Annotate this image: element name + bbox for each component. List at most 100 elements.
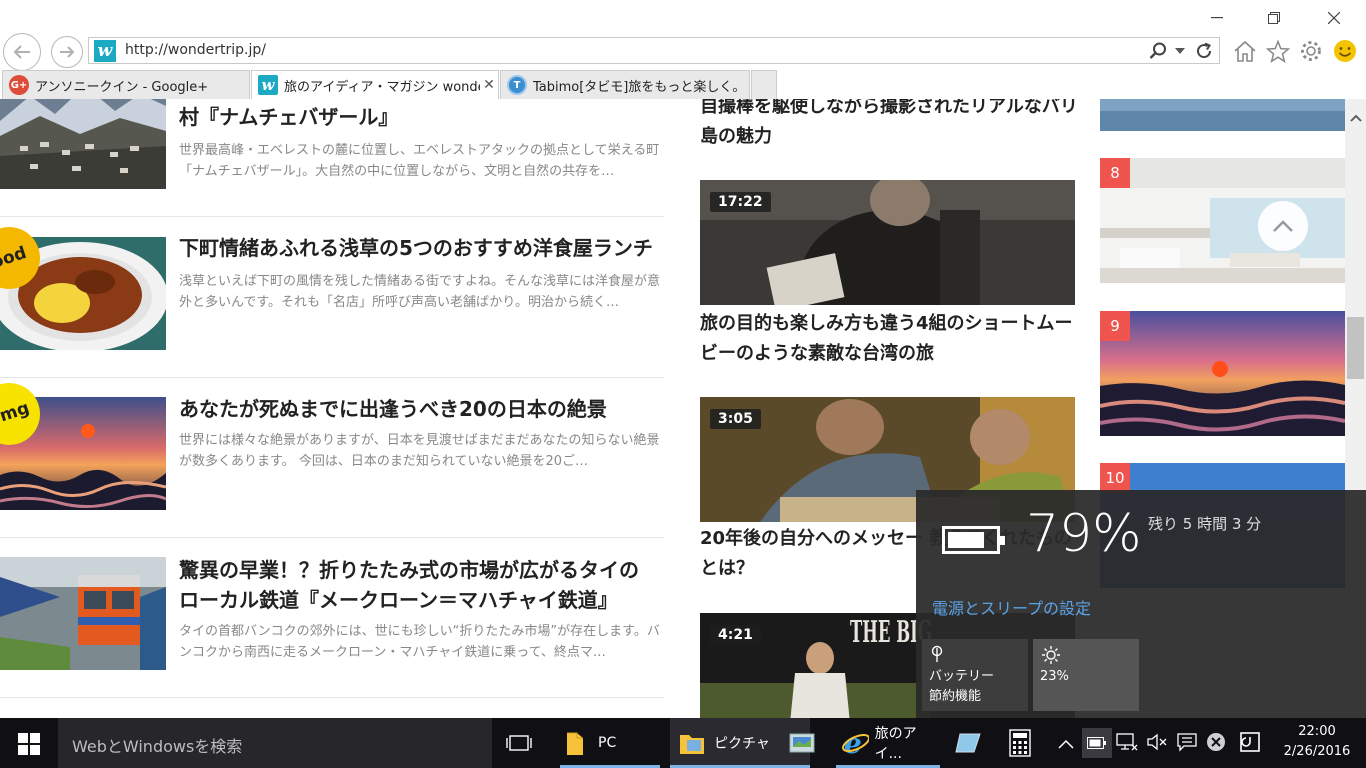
article-item[interactable]: 村『ナムチェバザール』 世界最高峰・エベレストの麓に位置し、エベレストアタックの… bbox=[0, 99, 664, 217]
search-icon[interactable] bbox=[1147, 41, 1169, 61]
close-window-button[interactable] bbox=[1311, 6, 1357, 30]
folder-icon bbox=[567, 732, 583, 755]
scroll-to-top-button[interactable] bbox=[1258, 201, 1308, 251]
restore-icon bbox=[1268, 12, 1280, 24]
task-view-icon bbox=[506, 735, 532, 751]
browser-chrome: w http://wondertrip.jp/ G+ アンソニークイン - Go… bbox=[0, 0, 1366, 99]
feedback-smiley-icon[interactable] bbox=[1332, 38, 1358, 64]
article-thumbnail-namche[interactable] bbox=[0, 99, 166, 189]
article-item[interactable]: 驚異の早業！？折りたたみ式の市場が広がるタイのローカル鉄道『メークローン＝マハチ… bbox=[0, 557, 664, 717]
brightness-value: 23% bbox=[1040, 669, 1069, 684]
video-item[interactable]: 自撮棒を駆使しながら撮影されたリアルなバリ島の魅力 bbox=[700, 99, 1078, 152]
taskbar-snipping-app[interactable] bbox=[954, 718, 986, 768]
tab-google-plus[interactable]: G+ アンソニークイン - Google+ bbox=[2, 70, 250, 99]
home-icon[interactable] bbox=[1232, 38, 1258, 64]
article-title[interactable]: 驚異の早業！？折りたたみ式の市場が広がるタイのローカル鉄道『メークローン＝マハチ… bbox=[179, 555, 649, 615]
forward-button[interactable] bbox=[51, 36, 83, 68]
battery-saver-label: 節約機能 bbox=[929, 689, 982, 704]
screen: w http://wondertrip.jp/ G+ アンソニークイン - Go… bbox=[0, 0, 1366, 768]
battery-saver-label: バッテリー bbox=[929, 669, 995, 684]
video-duration: 4:21 bbox=[710, 625, 761, 645]
minimize-icon bbox=[1211, 17, 1223, 19]
rank-number: 8 bbox=[1100, 158, 1130, 188]
tab-tabimo[interactable]: T Tabimo[タビモ]旅をもっと楽しく。 bbox=[500, 70, 750, 99]
battery-saver-tile[interactable]: バッテリー 節約機能 bbox=[922, 639, 1028, 711]
taskbar-clock[interactable]: 22:00 2/26/2016 bbox=[1272, 722, 1362, 762]
video-item[interactable]: 17:22 旅の目的も楽しみ方も違う4組のショートムービーのような素敵な台湾の旅 bbox=[700, 180, 1075, 370]
url-text[interactable]: http://wondertrip.jp/ bbox=[125, 42, 266, 58]
address-bar[interactable]: w http://wondertrip.jp/ bbox=[88, 37, 1220, 64]
article-title[interactable]: あなたが死ぬまでに出逢うべき20の日本の絶景 bbox=[179, 394, 659, 424]
refresh-icon[interactable] bbox=[1193, 41, 1215, 61]
battery-flyout: 79% 残り 5 時間 3 分 電源とスリープの設定 バッテリー 節約機能 23… bbox=[916, 490, 1366, 718]
brightness-icon bbox=[1041, 645, 1061, 670]
battery-remaining: 残り 5 時間 3 分 bbox=[1148, 515, 1262, 533]
snipping-tool-icon bbox=[955, 733, 981, 753]
article-item[interactable]: omg あなたが死ぬまでに出逢うべき20の日本の絶景 世界には様々な絶景がありま… bbox=[0, 374, 664, 538]
video-title[interactable]: 旅の目的も楽しみ方も違う4組のショートムービーのような素敵な台湾の旅 bbox=[700, 309, 1078, 369]
taskbar-photos-app[interactable] bbox=[788, 718, 822, 768]
back-icon bbox=[13, 45, 30, 59]
brightness-tile[interactable]: 23% bbox=[1033, 639, 1139, 711]
article-item[interactable]: ood 下町情緒あふれる浅草の5つのおすすめ洋食屋ランチ 浅草といえば下町の風情… bbox=[0, 218, 664, 378]
article-title[interactable]: 村『ナムチェバザール』 bbox=[179, 102, 659, 132]
divider bbox=[0, 216, 664, 217]
back-button[interactable] bbox=[3, 33, 41, 71]
action-center-icon[interactable] bbox=[1176, 732, 1198, 756]
battery-icon bbox=[942, 526, 1005, 554]
forward-icon bbox=[60, 46, 75, 58]
video-overlay-text: THE BIG bbox=[850, 618, 932, 648]
start-button[interactable] bbox=[18, 733, 40, 755]
restore-button[interactable] bbox=[1251, 6, 1297, 30]
ranking-item[interactable] bbox=[1100, 99, 1345, 131]
taskbar-item-label: ピクチャ bbox=[714, 736, 770, 752]
scrollbar-thumb[interactable] bbox=[1347, 317, 1364, 379]
tab-label: アンソニークイン - Google+ bbox=[35, 79, 209, 95]
power-sleep-settings-link[interactable]: 電源とスリープの設定 bbox=[932, 595, 1091, 619]
rank-number: 10 bbox=[1100, 463, 1130, 493]
taskbar-search-box[interactable]: WebとWindowsを検索 bbox=[58, 718, 492, 768]
clock-date: 2/26/2016 bbox=[1283, 744, 1351, 759]
tray-chevron-up-icon[interactable] bbox=[1058, 734, 1074, 753]
favorites-star-icon[interactable] bbox=[1265, 38, 1291, 64]
scroll-up-icon[interactable] bbox=[1350, 111, 1362, 126]
article-desc: 浅草といえば下町の風情を残した情緒ある街ですよね。そんな浅草には洋食屋が意外と多… bbox=[179, 274, 661, 310]
taskbar-calculator-app[interactable] bbox=[1008, 718, 1036, 768]
clock-time: 22:00 bbox=[1298, 724, 1336, 739]
ranking-item[interactable]: 8 bbox=[1100, 158, 1345, 283]
pictures-folder-icon bbox=[680, 735, 704, 754]
battery-saver-icon bbox=[930, 645, 944, 668]
settings-gear-icon[interactable] bbox=[1298, 38, 1324, 64]
video-duration: 17:22 bbox=[710, 192, 771, 212]
taskbar-item-ie[interactable]: e 旅のアイ... bbox=[836, 718, 940, 768]
taskbar-item-pc[interactable]: PC bbox=[560, 718, 660, 768]
network-icon[interactable] bbox=[1116, 732, 1138, 756]
article-title[interactable]: 下町情緒あふれる浅草の5つのおすすめ洋食屋ランチ bbox=[179, 233, 659, 263]
taskbar-item-label: 旅のアイ... bbox=[874, 726, 917, 762]
article-desc: タイの首都バンコクの郊外には、世にも珍しい“折りたたみ市場”が存在します。バンコ… bbox=[179, 624, 660, 660]
tab-label: 旅のアイディア・マガジン wonde... bbox=[284, 79, 480, 95]
close-icon bbox=[1328, 12, 1340, 24]
new-tab-button[interactable] bbox=[751, 70, 777, 99]
ranking-item[interactable]: 9 bbox=[1100, 311, 1345, 436]
divider bbox=[0, 537, 664, 538]
tray-battery-button[interactable] bbox=[1082, 728, 1112, 758]
video-duration: 3:05 bbox=[710, 409, 761, 429]
close-tab-icon[interactable]: ✕ bbox=[480, 77, 498, 93]
calculator-icon bbox=[1009, 729, 1031, 757]
tray-app-icon[interactable] bbox=[1240, 732, 1262, 756]
taskbar-item-label: PC bbox=[598, 735, 617, 751]
wondertrip-icon: w bbox=[258, 75, 278, 95]
search-placeholder: WebとWindowsを検索 bbox=[72, 737, 243, 756]
tray-close-icon[interactable] bbox=[1206, 732, 1226, 756]
article-thumbnail-railway-market[interactable] bbox=[0, 557, 166, 670]
divider bbox=[0, 697, 664, 698]
tab-label: Tabimo[タビモ]旅をもっと楽しく。 bbox=[533, 79, 746, 95]
tabimo-icon: T bbox=[507, 75, 527, 95]
task-view-button[interactable] bbox=[506, 718, 536, 768]
video-title[interactable]: 自撮棒を駆使しながら撮影されたリアルなバリ島の魅力 bbox=[700, 99, 1078, 152]
tab-wondertrip[interactable]: w 旅のアイディア・マガジン wonde... ✕ bbox=[251, 70, 499, 99]
dropdown-icon[interactable] bbox=[1173, 41, 1187, 61]
volume-muted-icon[interactable] bbox=[1146, 732, 1168, 756]
minimize-button[interactable] bbox=[1194, 6, 1240, 30]
